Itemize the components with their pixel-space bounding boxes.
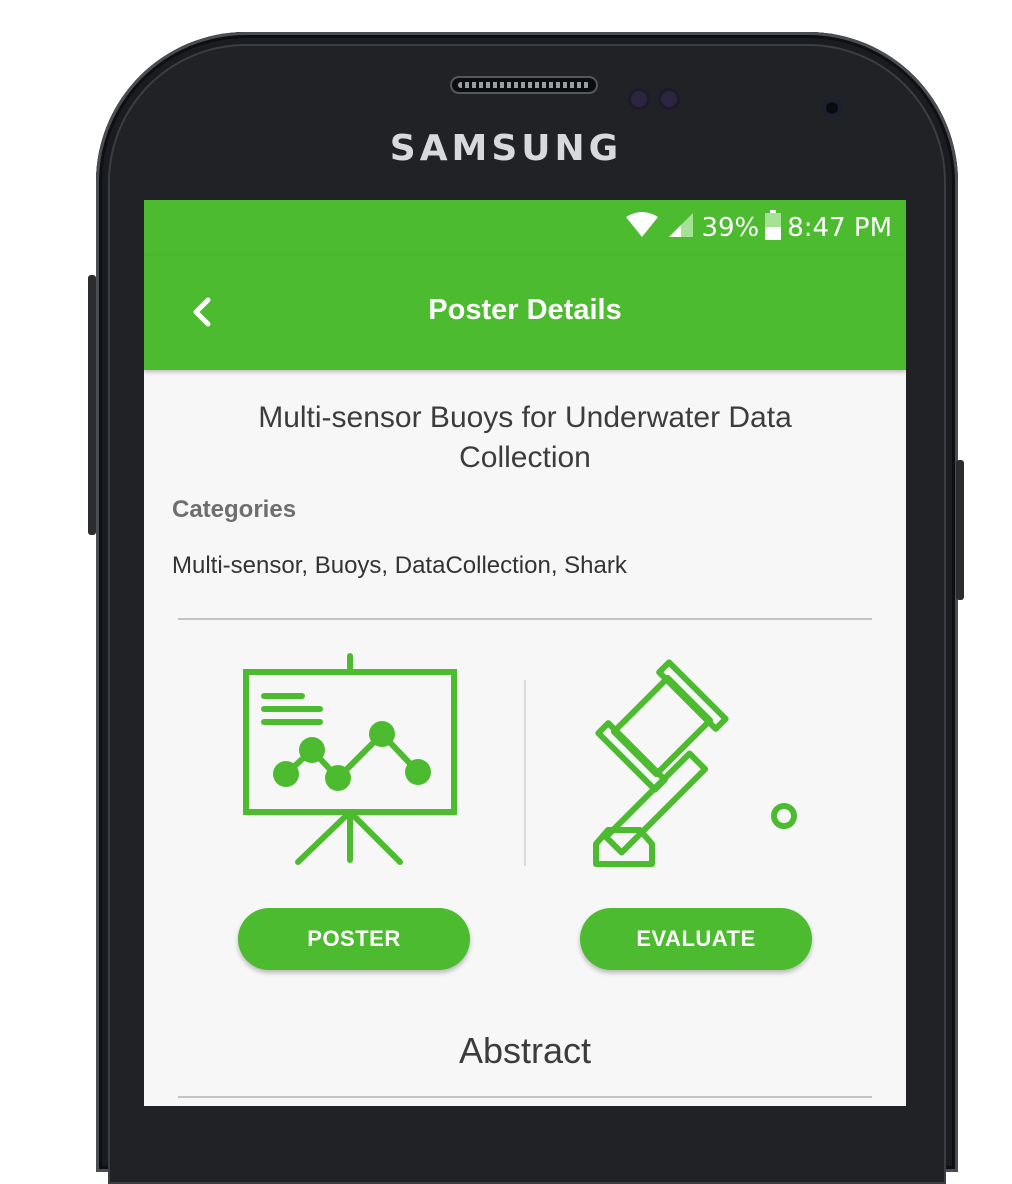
volume-button bbox=[88, 275, 96, 535]
categories-heading: Categories bbox=[172, 496, 297, 523]
page-title: Poster Details bbox=[428, 294, 622, 326]
app-bar: Poster Details bbox=[144, 256, 906, 370]
evaluate-icon-area[interactable] bbox=[584, 652, 814, 882]
proximity-sensor bbox=[628, 88, 650, 110]
gavel-icon[interactable] bbox=[584, 652, 814, 882]
status-bar: 39% 8:47 PM bbox=[144, 200, 906, 256]
categories-list: Multi-sensor, Buoys, DataCollection, Sha… bbox=[172, 552, 627, 579]
battery-percent: 39% bbox=[701, 213, 760, 243]
device-brand-logo: SAMSUNG bbox=[389, 128, 623, 169]
evaluate-button[interactable]: EVALUATE bbox=[580, 908, 812, 970]
front-camera bbox=[822, 98, 842, 118]
power-button bbox=[956, 460, 964, 600]
poster-title: Multi-sensor Buoys for Underwater Data C… bbox=[258, 401, 792, 474]
abstract-divider bbox=[178, 1096, 872, 1098]
abstract-heading: Abstract bbox=[458, 1030, 592, 1071]
app-screen: 39% 8:47 PM Poster Details Multi-sensor … bbox=[144, 200, 906, 1106]
section-divider bbox=[178, 618, 872, 620]
light-sensor bbox=[658, 88, 680, 110]
presentation-board-icon[interactable] bbox=[240, 652, 460, 872]
battery-icon bbox=[765, 209, 782, 247]
clock: 8:47 PM bbox=[787, 213, 892, 243]
earpiece-speaker bbox=[450, 76, 598, 94]
poster-icon-area[interactable] bbox=[240, 652, 460, 872]
icon-divider bbox=[524, 680, 526, 866]
wifi-icon bbox=[625, 211, 659, 246]
poster-button[interactable]: POSTER bbox=[238, 908, 470, 970]
signal-icon bbox=[665, 211, 695, 246]
